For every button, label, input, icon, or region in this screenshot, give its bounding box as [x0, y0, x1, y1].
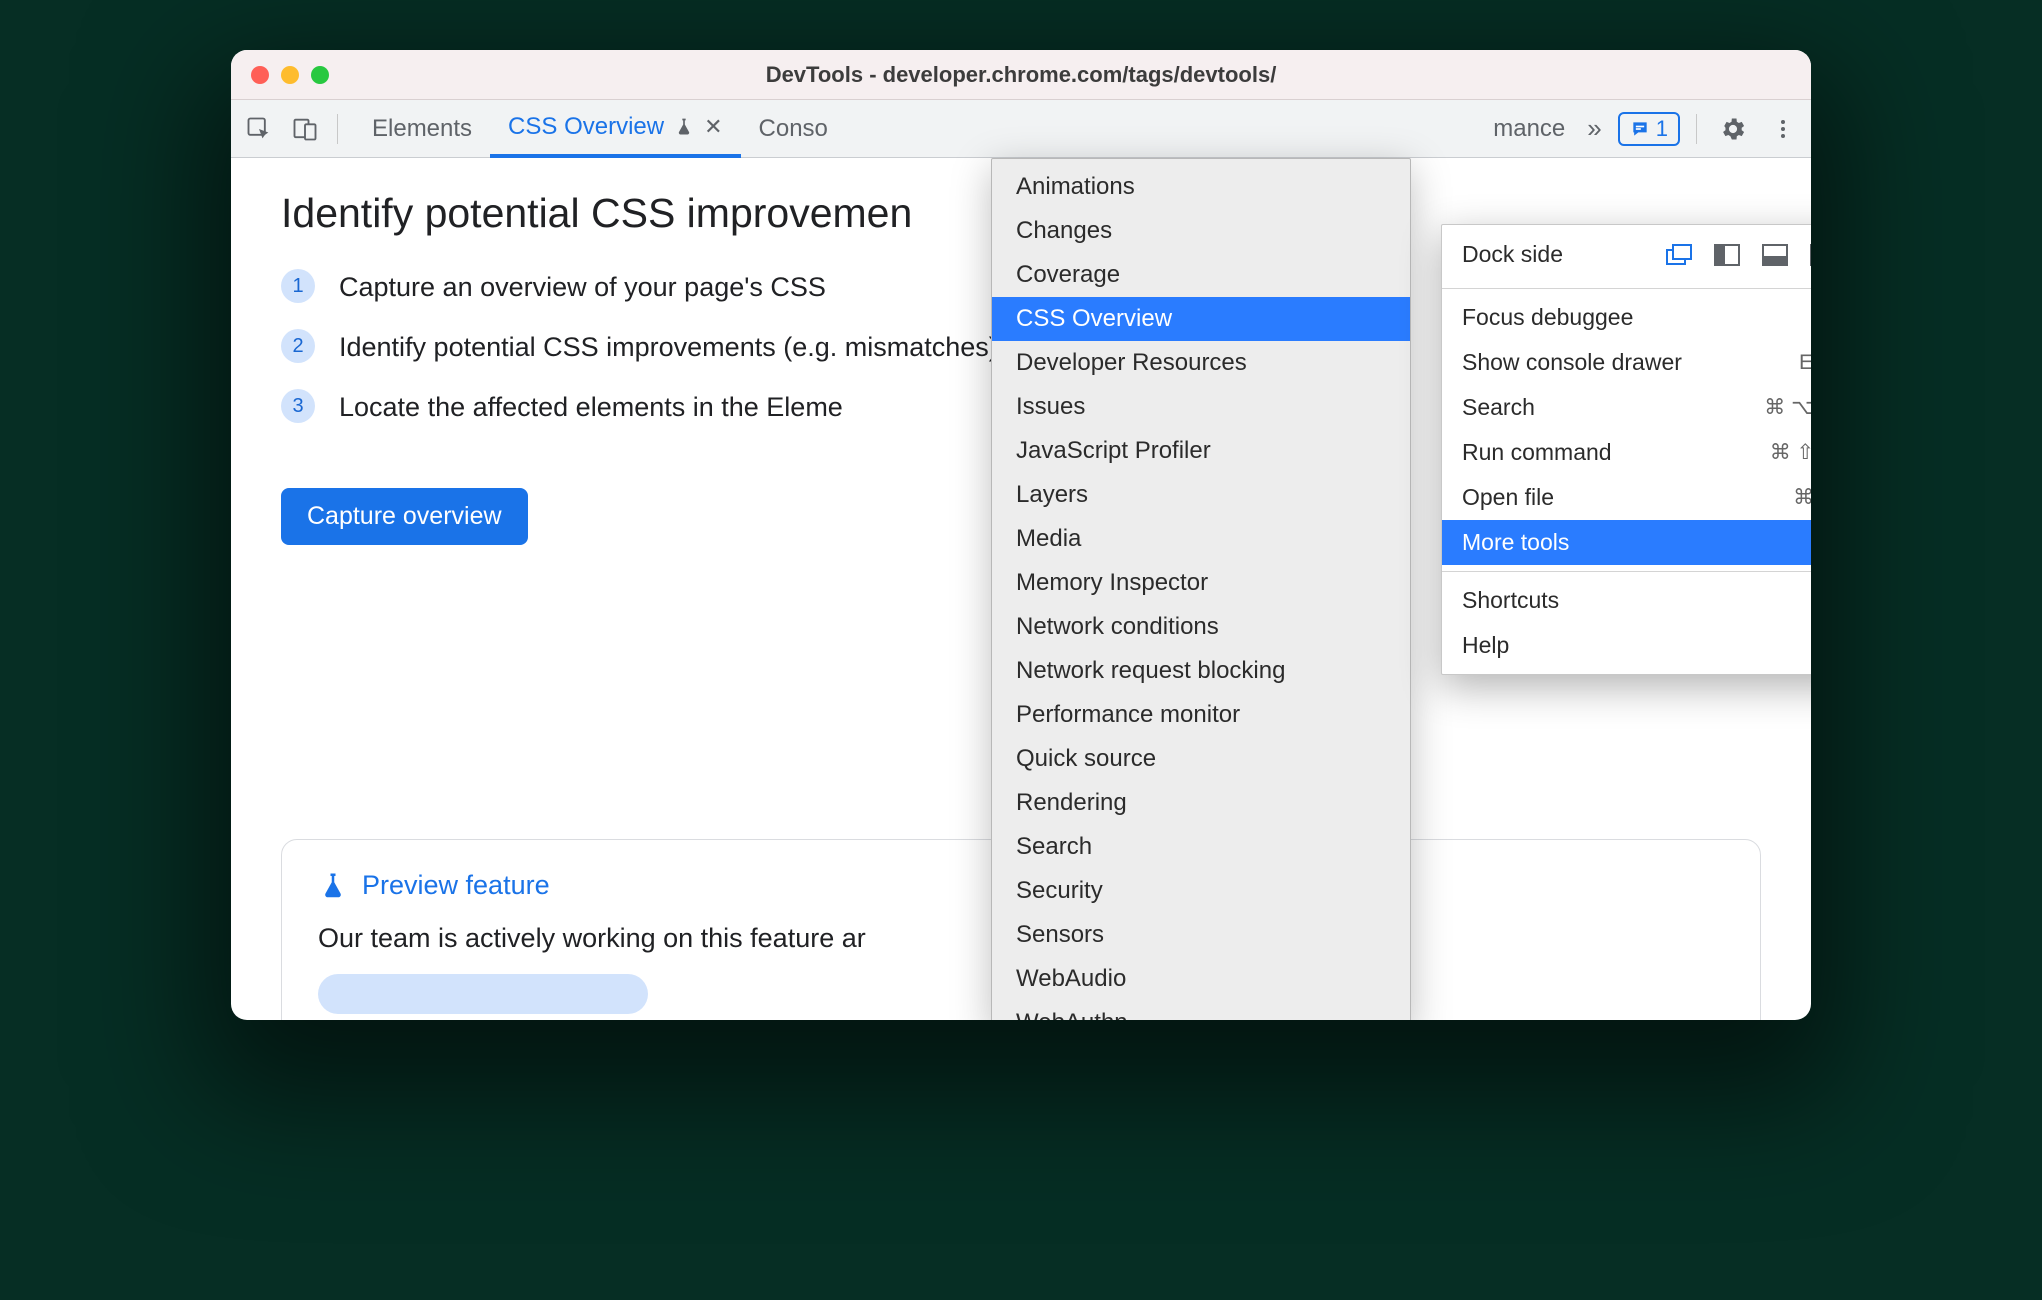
context-menu-label: More tools [1462, 529, 1569, 556]
submenu-item[interactable]: Search [992, 825, 1410, 869]
submenu-item[interactable]: WebAuthn [992, 1001, 1410, 1020]
dock-side-label: Dock side [1462, 241, 1563, 268]
tab-css-overview[interactable]: CSS Overview ✕ [490, 100, 740, 158]
context-menu-item[interactable]: Help▶ [1442, 623, 1811, 668]
context-menu-item[interactable]: Shortcuts [1442, 578, 1811, 623]
context-menu-item[interactable]: Run command ⌘ ⇧ P [1442, 430, 1811, 475]
menu-separator [1442, 288, 1811, 289]
device-toggle-icon[interactable] [285, 109, 325, 149]
dock-left-icon[interactable] [1712, 242, 1742, 268]
context-menu-label: Open file [1462, 484, 1554, 511]
submenu-item[interactable]: Network request blocking [992, 649, 1410, 693]
kebab-menu-icon[interactable] [1763, 109, 1803, 149]
submenu-item[interactable]: Changes [992, 209, 1410, 253]
submenu-item[interactable]: Performance monitor [992, 693, 1410, 737]
context-menu-shortcut: Esc [1799, 351, 1811, 375]
close-window-icon[interactable] [251, 66, 269, 84]
context-menu-label: Search [1462, 394, 1535, 421]
context-menu-shortcut: ⌘ ⌥ F [1764, 395, 1811, 420]
submenu-item[interactable]: Network conditions [992, 605, 1410, 649]
flask-icon [674, 117, 694, 137]
context-menu-label: Shortcuts [1462, 587, 1559, 614]
issues-badge[interactable]: 1 [1618, 112, 1680, 146]
context-menu-item[interactable]: Focus debuggee [1442, 295, 1811, 340]
submenu-item[interactable]: Animations [992, 165, 1410, 209]
capture-overview-button[interactable]: Capture overview [281, 488, 528, 545]
devtools-window: DevTools - developer.chrome.com/tags/dev… [231, 50, 1811, 1020]
panel-tabs: Elements CSS Overview ✕ Conso [354, 100, 846, 157]
context-menu-label: Run command [1462, 439, 1612, 466]
chat-icon [1630, 119, 1650, 139]
toolbar-divider [1696, 114, 1697, 144]
submenu-item[interactable]: Security [992, 869, 1410, 913]
dock-side-row: Dock side [1442, 231, 1811, 282]
window-title: DevTools - developer.chrome.com/tags/dev… [231, 62, 1811, 88]
toolbar-divider [337, 114, 338, 144]
context-menu-label: Focus debuggee [1462, 304, 1633, 331]
submenu-item[interactable]: Memory Inspector [992, 561, 1410, 605]
devtools-toolbar: Elements CSS Overview ✕ Conso mance » 1 [231, 100, 1811, 158]
tabs-overflow-icon[interactable]: » [1581, 113, 1607, 144]
submenu-item[interactable]: Issues [992, 385, 1410, 429]
preview-pill [318, 974, 648, 1014]
context-menu-shortcut: ⌘ P [1793, 485, 1811, 510]
context-menu-label: Show console drawer [1462, 349, 1682, 376]
context-menu-item[interactable]: Search ⌘ ⌥ F [1442, 385, 1811, 430]
submenu-item[interactable]: JavaScript Profiler [992, 429, 1410, 473]
settings-icon[interactable] [1713, 109, 1753, 149]
context-menu-label: Help [1462, 632, 1509, 659]
zoom-window-icon[interactable] [311, 66, 329, 84]
context-menu-item[interactable]: Show console drawer Esc [1442, 340, 1811, 385]
main-context-menu: Dock side Focus debuggee Show console dra… [1441, 224, 1811, 675]
context-menu-shortcut: ⌘ ⇧ P [1770, 440, 1811, 465]
submenu-item[interactable]: Developer Resources [992, 341, 1410, 385]
step-number: 2 [281, 329, 315, 363]
submenu-item[interactable]: Layers [992, 473, 1410, 517]
close-tab-icon[interactable]: ✕ [704, 114, 722, 140]
step-number: 1 [281, 269, 315, 303]
traffic-lights [251, 66, 329, 84]
submenu-item[interactable]: Rendering [992, 781, 1410, 825]
context-menu-item[interactable]: Open file ⌘ P [1442, 475, 1811, 520]
step-number: 3 [281, 389, 315, 423]
tab-performance-clipped[interactable]: mance [1487, 115, 1571, 143]
context-menu-item[interactable]: More tools▶ [1442, 520, 1811, 565]
inspect-element-icon[interactable] [239, 109, 279, 149]
minimize-window-icon[interactable] [281, 66, 299, 84]
titlebar: DevTools - developer.chrome.com/tags/dev… [231, 50, 1811, 100]
dock-bottom-icon[interactable] [1760, 242, 1790, 268]
dock-right-icon[interactable] [1808, 242, 1811, 268]
submenu-item[interactable]: Sensors [992, 913, 1410, 957]
submenu-item[interactable]: Coverage [992, 253, 1410, 297]
submenu-item[interactable]: CSS Overview [992, 297, 1410, 341]
menu-separator [1442, 571, 1811, 572]
submenu-item[interactable]: WebAudio [992, 957, 1410, 1001]
tab-elements[interactable]: Elements [354, 100, 490, 157]
dock-undock-icon[interactable] [1664, 242, 1694, 268]
more-tools-submenu: AnimationsChangesCoverageCSS OverviewDev… [991, 158, 1411, 1020]
flask-icon [318, 871, 348, 901]
tab-console[interactable]: Conso [741, 100, 846, 157]
submenu-item[interactable]: Media [992, 517, 1410, 561]
submenu-item[interactable]: Quick source [992, 737, 1410, 781]
